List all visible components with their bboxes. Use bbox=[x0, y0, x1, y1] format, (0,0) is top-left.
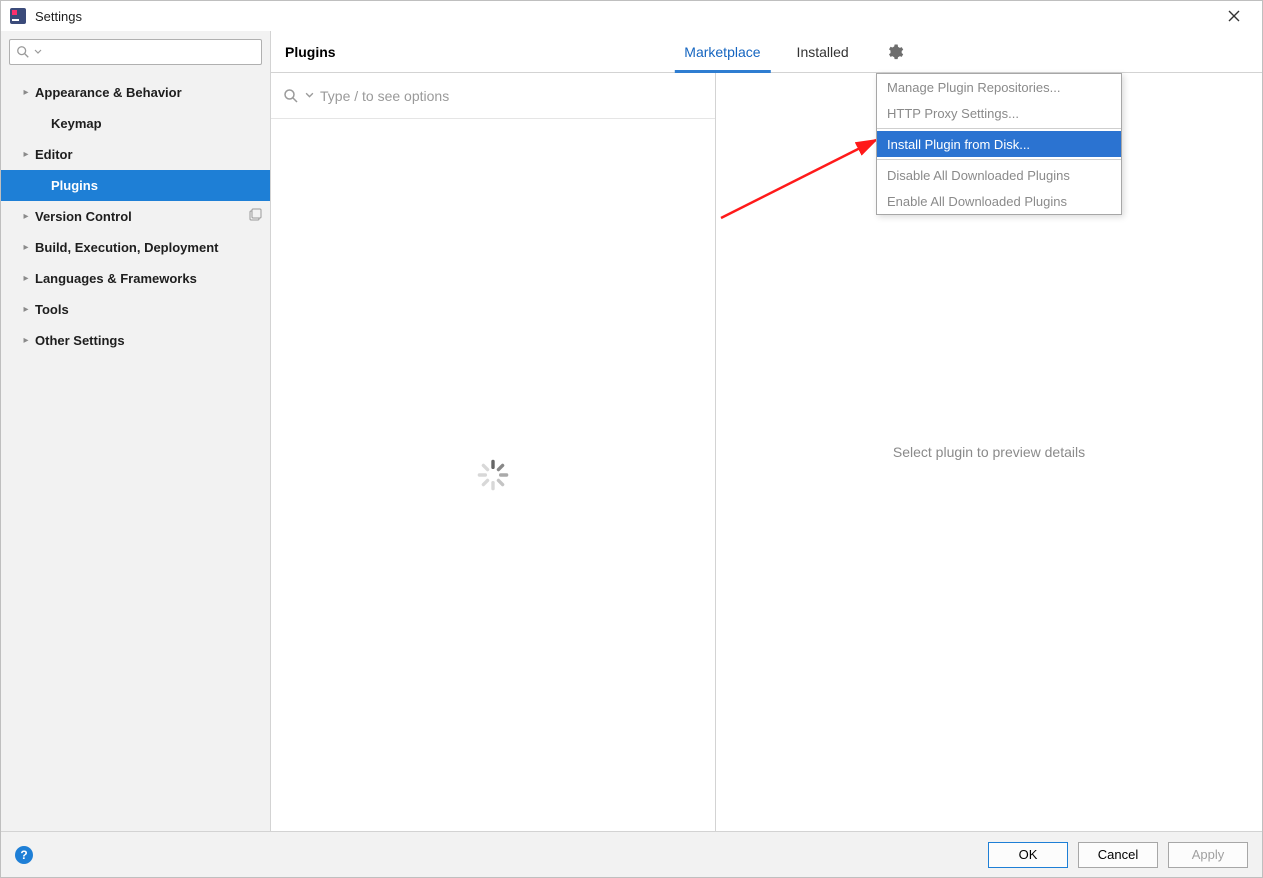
chevron-down-icon bbox=[34, 48, 42, 56]
chevron-right-icon: ▸ bbox=[19, 149, 33, 160]
help-button[interactable]: ? bbox=[15, 846, 33, 864]
sidebar-item-appearance-behavior[interactable]: ▸ Appearance & Behavior bbox=[1, 77, 270, 108]
settings-main: Plugins Marketplace Installed bbox=[271, 31, 1262, 831]
plugin-loading-area bbox=[271, 119, 715, 831]
sidebar-search-input[interactable] bbox=[46, 45, 255, 60]
cancel-button[interactable]: Cancel bbox=[1078, 842, 1158, 868]
sidebar-item-label: Other Settings bbox=[35, 333, 125, 348]
chevron-right-icon: ▸ bbox=[19, 87, 33, 98]
menu-item-disable-all[interactable]: Disable All Downloaded Plugins bbox=[877, 162, 1121, 188]
menu-item-enable-all[interactable]: Enable All Downloaded Plugins bbox=[877, 188, 1121, 214]
settings-window: Settings ▸ Appearance & Behavior bbox=[0, 0, 1263, 878]
sidebar-item-version-control[interactable]: ▸ Version Control bbox=[1, 201, 270, 232]
settings-body: ▸ Appearance & Behavior Keymap ▸ Editor … bbox=[1, 31, 1262, 831]
tab-label: Installed bbox=[797, 44, 849, 60]
sidebar-item-label: Editor bbox=[35, 147, 73, 162]
gear-icon bbox=[886, 43, 904, 61]
settings-sidebar: ▸ Appearance & Behavior Keymap ▸ Editor … bbox=[1, 31, 271, 831]
plugin-detail-placeholder: Select plugin to preview details bbox=[893, 444, 1085, 460]
sidebar-search-field[interactable] bbox=[9, 39, 262, 65]
menu-separator bbox=[877, 128, 1121, 129]
chevron-right-icon: ▸ bbox=[19, 211, 33, 222]
tab-installed[interactable]: Installed bbox=[793, 31, 853, 72]
plugin-search-input[interactable] bbox=[320, 88, 703, 104]
menu-item-label: Disable All Downloaded Plugins bbox=[887, 168, 1070, 183]
ok-button[interactable]: OK bbox=[988, 842, 1068, 868]
titlebar: Settings bbox=[1, 1, 1262, 31]
settings-footer: ? OK Cancel Apply bbox=[1, 831, 1262, 877]
plugins-columns: Select plugin to preview details Manage … bbox=[271, 73, 1262, 831]
tab-label: Marketplace bbox=[684, 44, 760, 60]
page-title: Plugins bbox=[285, 44, 336, 60]
plugin-detail-panel: Select plugin to preview details Manage … bbox=[716, 73, 1262, 831]
sidebar-item-tools[interactable]: ▸ Tools bbox=[1, 294, 270, 325]
apply-button[interactable]: Apply bbox=[1168, 842, 1248, 868]
project-level-icon bbox=[248, 208, 262, 225]
sidebar-item-build-execution-deployment[interactable]: ▸ Build, Execution, Deployment bbox=[1, 232, 270, 263]
sidebar-item-editor[interactable]: ▸ Editor bbox=[1, 139, 270, 170]
sidebar-item-label: Languages & Frameworks bbox=[35, 271, 197, 286]
sidebar-item-plugins[interactable]: Plugins bbox=[1, 170, 270, 201]
loading-spinner-icon bbox=[476, 458, 510, 492]
plugin-list-panel bbox=[271, 73, 716, 831]
sidebar-item-other-settings[interactable]: ▸ Other Settings bbox=[1, 325, 270, 356]
sidebar-item-keymap[interactable]: Keymap bbox=[1, 108, 270, 139]
sidebar-item-label: Keymap bbox=[51, 116, 102, 131]
sidebar-item-label: Plugins bbox=[51, 178, 98, 193]
sidebar-item-label: Build, Execution, Deployment bbox=[35, 240, 218, 255]
menu-separator bbox=[877, 159, 1121, 160]
plugin-search-row bbox=[271, 73, 715, 119]
menu-item-label: HTTP Proxy Settings... bbox=[887, 106, 1019, 121]
sidebar-item-label: Appearance & Behavior bbox=[35, 85, 182, 100]
sidebar-item-label: Version Control bbox=[35, 209, 132, 224]
chevron-down-icon bbox=[305, 91, 314, 100]
plugins-tabs: Marketplace Installed bbox=[680, 31, 852, 72]
chevron-right-icon: ▸ bbox=[19, 242, 33, 253]
menu-item-label: Enable All Downloaded Plugins bbox=[887, 194, 1067, 209]
menu-item-label: Manage Plugin Repositories... bbox=[887, 80, 1060, 95]
sidebar-item-languages-frameworks[interactable]: ▸ Languages & Frameworks bbox=[1, 263, 270, 294]
menu-item-http-proxy[interactable]: HTTP Proxy Settings... bbox=[877, 100, 1121, 126]
chevron-right-icon: ▸ bbox=[19, 273, 33, 284]
tab-marketplace[interactable]: Marketplace bbox=[680, 31, 764, 72]
search-icon bbox=[283, 88, 299, 104]
settings-tree: ▸ Appearance & Behavior Keymap ▸ Editor … bbox=[1, 73, 270, 831]
chevron-right-icon: ▸ bbox=[19, 335, 33, 346]
intellij-app-icon bbox=[9, 7, 27, 25]
window-close-button[interactable] bbox=[1214, 1, 1254, 31]
close-icon bbox=[1228, 10, 1240, 22]
menu-item-label: Install Plugin from Disk... bbox=[887, 137, 1030, 152]
chevron-right-icon: ▸ bbox=[19, 304, 33, 315]
window-title: Settings bbox=[35, 9, 82, 24]
plugins-gear-button[interactable] bbox=[886, 31, 904, 72]
search-icon bbox=[16, 45, 30, 59]
gear-dropdown-menu: Manage Plugin Repositories... HTTP Proxy… bbox=[876, 73, 1122, 215]
sidebar-item-label: Tools bbox=[35, 302, 69, 317]
menu-item-manage-repositories[interactable]: Manage Plugin Repositories... bbox=[877, 74, 1121, 100]
menu-item-install-from-disk[interactable]: Install Plugin from Disk... bbox=[877, 131, 1121, 157]
annotation-arrow-icon bbox=[716, 128, 896, 223]
sidebar-search-wrap bbox=[1, 31, 270, 73]
plugins-header: Plugins Marketplace Installed bbox=[271, 31, 1262, 73]
